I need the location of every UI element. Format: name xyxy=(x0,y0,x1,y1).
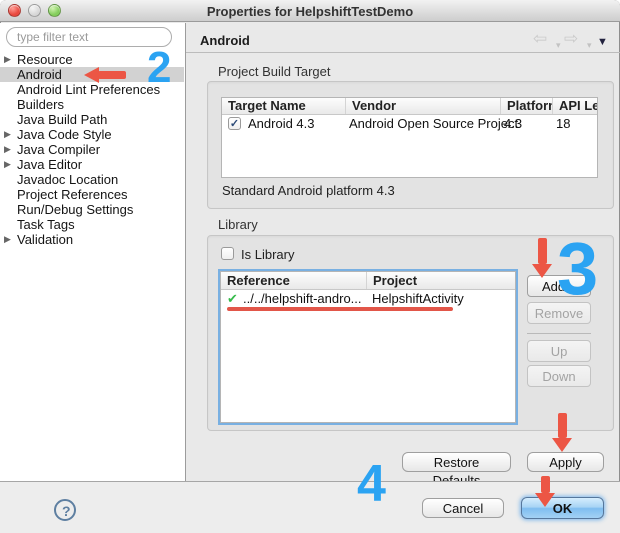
sidebar-item-label: Android xyxy=(17,67,62,82)
build-target-caption: Standard Android platform 4.3 xyxy=(222,183,395,198)
sidebar-item-java-code-style[interactable]: ▶ Java Code Style xyxy=(0,127,184,142)
sidebar-item-label: Project References xyxy=(17,187,128,202)
apply-button[interactable]: Apply xyxy=(527,452,604,472)
button-divider xyxy=(527,333,591,334)
library-table: Reference Project ✔ ../../helpshift-andr… xyxy=(220,271,516,423)
sidebar-item-label: Android Lint Preferences xyxy=(17,82,161,97)
sidebar-item-task-tags[interactable]: Task Tags xyxy=(0,217,184,232)
sidebar-item-java-editor[interactable]: ▶ Java Editor xyxy=(0,157,184,172)
target-name-cell: Android 4.3 xyxy=(248,116,315,131)
restore-defaults-button[interactable]: Restore Defaults xyxy=(402,452,511,488)
library-group-label: Library xyxy=(218,217,258,232)
ok-button[interactable]: OK xyxy=(521,497,604,519)
api-level-cell: 18 xyxy=(556,116,571,131)
sidebar-item-javadoc-location[interactable]: Javadoc Location xyxy=(0,172,184,187)
is-library-checkbox[interactable] xyxy=(221,247,234,260)
is-library-label: Is Library xyxy=(241,247,295,262)
properties-dialog: Properties for HelpshiftTestDemo ▶ Resou… xyxy=(0,0,620,533)
forward-dropdown-icon[interactable]: ▾ xyxy=(587,37,592,53)
table-row[interactable]: ✔ ../../helpshift-andro... HelpshiftActi… xyxy=(221,290,515,308)
chevron-right-icon[interactable]: ▶ xyxy=(4,127,11,142)
sidebar-item-label: Resource xyxy=(17,52,73,67)
sidebar-item-label: Java Editor xyxy=(17,157,83,172)
annotation-step-4: 4 xyxy=(357,455,386,513)
sidebar-item-label: Java Code Style xyxy=(17,127,112,142)
window-title: Properties for HelpshiftTestDemo xyxy=(206,4,414,19)
cancel-button[interactable]: Cancel xyxy=(422,498,504,518)
chevron-right-icon[interactable]: ▶ xyxy=(4,52,11,67)
chevron-right-icon[interactable]: ▶ xyxy=(4,142,11,157)
column-api-level[interactable]: API Level xyxy=(553,98,597,114)
column-vendor[interactable]: Vendor xyxy=(346,98,501,114)
column-reference[interactable]: Reference xyxy=(221,272,367,289)
annotation-underline-reference xyxy=(227,307,453,311)
sidebar-item-builders[interactable]: Builders xyxy=(0,97,184,112)
up-button: Up xyxy=(527,340,591,362)
column-project[interactable]: Project xyxy=(367,272,515,289)
sidebar-item-java-compiler[interactable]: ▶ Java Compiler xyxy=(0,142,184,157)
chevron-right-icon[interactable]: ▶ xyxy=(4,232,11,247)
build-target-table: Target Name Vendor Platform API Level ✓ … xyxy=(221,97,598,178)
chevron-right-icon[interactable]: ▶ xyxy=(4,157,11,172)
vendor-cell: Android Open Source Project xyxy=(349,116,519,131)
sidebar-item-label: Run/Debug Settings xyxy=(17,202,134,217)
sidebar-item-label: Java Build Path xyxy=(17,112,108,127)
titlebar: Properties for HelpshiftTestDemo xyxy=(0,0,620,22)
header-divider xyxy=(186,52,620,53)
page-title: Android xyxy=(200,33,250,48)
sidebar-item-label: Java Compiler xyxy=(17,142,101,157)
platform-cell: 4.3 xyxy=(504,116,523,131)
column-platform[interactable]: Platform xyxy=(501,98,553,114)
build-target-table-header: Target Name Vendor Platform API Level xyxy=(222,98,597,115)
annotation-step-3: 3 xyxy=(557,227,599,310)
sidebar-item-label: Javadoc Location xyxy=(17,172,119,187)
sidebar-item-validation[interactable]: ▶ Validation xyxy=(0,232,184,247)
sidebar-item-label: Validation xyxy=(17,232,74,247)
forward-icon[interactable]: ⇨ xyxy=(564,30,578,47)
back-icon[interactable]: ⇦ xyxy=(533,30,547,47)
sidebar-item-run-debug-settings[interactable]: Run/Debug Settings xyxy=(0,202,184,217)
reference-cell: ../../helpshift-andro... xyxy=(243,291,362,306)
green-check-icon: ✔ xyxy=(227,291,238,306)
library-table-header: Reference Project xyxy=(221,272,515,290)
target-checkbox-checked[interactable]: ✓ xyxy=(228,117,241,130)
help-button[interactable]: ? xyxy=(54,499,76,521)
sidebar-item-java-build-path[interactable]: Java Build Path xyxy=(0,112,184,127)
table-row[interactable]: ✓ Android 4.3 Android Open Source Projec… xyxy=(222,115,597,133)
sidebar-item-label: Builders xyxy=(17,97,64,112)
view-menu-icon[interactable]: ▼ xyxy=(597,34,608,50)
build-target-group-label: Project Build Target xyxy=(218,64,331,79)
project-cell: HelpshiftActivity xyxy=(372,291,464,306)
sidebar-item-project-references[interactable]: Project References xyxy=(0,187,184,202)
column-target-name[interactable]: Target Name xyxy=(222,98,346,114)
back-dropdown-icon[interactable]: ▾ xyxy=(556,37,561,53)
sidebar-item-label: Task Tags xyxy=(17,217,75,232)
annotation-step-2: 2 xyxy=(147,43,172,92)
down-button: Down xyxy=(527,365,591,387)
